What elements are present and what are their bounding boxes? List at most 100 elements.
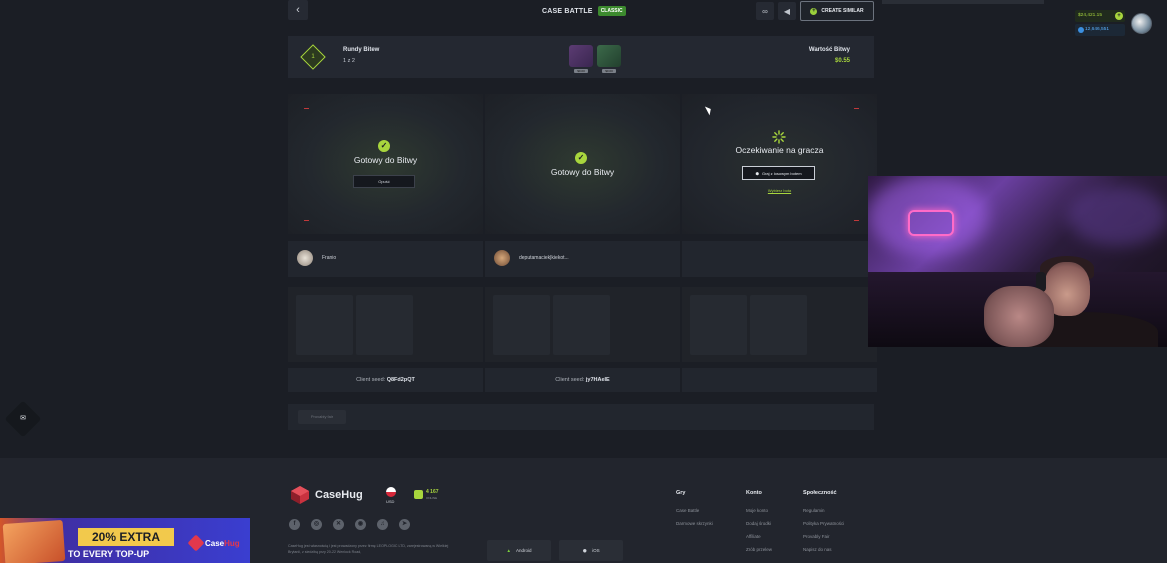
poland-flag-icon[interactable] (386, 487, 396, 497)
promo-headline: 20% EXTRA (78, 528, 174, 546)
ios-label: iOS (592, 548, 600, 553)
item-slot (493, 295, 550, 355)
currency-label: USD (386, 499, 395, 504)
chat-icon[interactable]: ✉ (16, 413, 30, 425)
footer-logo[interactable]: CaseHug (290, 485, 363, 505)
player-row: deputamaciek|kiekot... (485, 241, 680, 277)
client-seed-row (682, 368, 877, 392)
casehug-logo-icon (187, 534, 205, 552)
footer-link[interactable]: Affiliate (746, 534, 761, 539)
player-name[interactable]: Franio (322, 255, 336, 261)
battle-value-amount: $0.55 (834, 58, 850, 64)
online-count: 4 167 (426, 489, 439, 495)
usd-balance[interactable]: $24,421.15 + (1075, 10, 1125, 22)
avatar[interactable] (297, 250, 313, 266)
item-slot (750, 295, 807, 355)
brand-name: CaseHug (315, 489, 363, 501)
case-image-2[interactable] (597, 45, 621, 67)
android-app-button[interactable]: ▲ Android (487, 540, 551, 561)
speaker-icon: ◀ (783, 6, 791, 16)
footer-link[interactable]: Provably Fair (803, 534, 830, 539)
back-button[interactable]: ‹ (288, 0, 308, 20)
promo-brand-case: Case (205, 539, 225, 548)
avatar[interactable] (494, 250, 510, 266)
ready-status: Gotowy do Bitwy (353, 155, 418, 165)
battle-title: CASE BATTLE CLASSIC (542, 6, 626, 16)
coin-balance[interactable]: 12,646,551 (1075, 24, 1125, 36)
online-icon (414, 490, 423, 499)
facebook-icon[interactable]: f (289, 519, 300, 530)
battle-value-label: Wartość Bitwy (808, 47, 850, 53)
ios-app-button[interactable]: ● iOS (559, 540, 623, 561)
corner-marker (854, 220, 859, 221)
footer-link[interactable]: Zrób przelew (746, 547, 772, 552)
coin-icon (1078, 27, 1084, 33)
choose-bot-link[interactable]: Wybierz bota (682, 188, 877, 193)
check-icon: ✓ (575, 152, 587, 164)
item-slot (296, 295, 353, 355)
rounds-value: 1 z 2 (343, 58, 355, 64)
player-name[interactable]: deputamaciek|kiekot... (519, 255, 569, 261)
android-label: Android (515, 548, 532, 553)
rounds-label: Rundy Bitew (343, 47, 380, 53)
battle-info-panel: 1 Rundy Bitew 1 z 2 $0.00 $0.00 Wartość … (288, 36, 874, 78)
play-random-bot-button[interactable]: ⬢ Graj z losowym botem (742, 166, 815, 180)
footer-column-heading: Społeczność (803, 490, 837, 496)
balance-widget: $24,421.15 + 12,646,551 (1075, 10, 1125, 37)
footer-link[interactable]: Case Battle (676, 508, 699, 513)
items-panel (485, 287, 680, 362)
ready-status: Gotowy do Bitwy (550, 167, 615, 177)
client-seed-row: Client seed: Q8Fd2pQT (288, 368, 483, 392)
top-strip (882, 0, 1044, 4)
share-link-button[interactable]: ∞ (756, 2, 774, 20)
gift-box-icon (2, 519, 66, 563)
sound-button[interactable]: ◀ (778, 2, 796, 20)
casehug-logo-icon (291, 486, 309, 504)
apple-icon: ● (582, 546, 588, 555)
battle-bottom-bar: Provably fair (288, 404, 874, 430)
person-hand (984, 286, 1054, 347)
corner-marker (304, 220, 309, 221)
add-funds-icon[interactable]: + (1115, 12, 1123, 20)
corner-marker (304, 108, 309, 109)
loading-spinner-icon (772, 130, 786, 144)
telegram-icon[interactable]: ➤ (399, 519, 410, 530)
client-seed-label: Client seed: (356, 377, 386, 383)
round-number: 1 (311, 54, 315, 60)
case-image-1[interactable] (569, 45, 593, 67)
usd-balance-value: $24,421.15 (1078, 13, 1103, 18)
neon-sign-icon (908, 210, 954, 236)
leave-button[interactable]: Opuść (353, 175, 415, 188)
chevron-left-icon: ‹ (296, 4, 300, 16)
instagram-icon[interactable]: ◎ (311, 519, 322, 530)
page-title: CASE BATTLE (542, 7, 593, 15)
promo-brand: CaseHug (205, 539, 240, 548)
footer-link[interactable]: Napisz do nas (803, 547, 832, 552)
provably-fair-button[interactable]: Provably fair (298, 410, 346, 424)
footer-column-heading: Konto (746, 490, 762, 496)
user-avatar[interactable] (1131, 13, 1152, 34)
client-seed-row: Client seed: jy7HAeIE (485, 368, 680, 392)
coin-balance-value: 12,646,551 (1085, 27, 1110, 32)
promo-banner[interactable]: 20% EXTRA TO EVERY TOP-UP CaseHug (0, 518, 250, 563)
footer-link[interactable]: Regulamin (803, 508, 825, 513)
promo-subline: TO EVERY TOP-UP (68, 549, 150, 559)
x-icon[interactable]: ✕ (333, 519, 344, 530)
footer-link[interactable]: Polityka Prywatności (803, 521, 844, 526)
item-slot (553, 295, 610, 355)
discord-icon[interactable]: ◉ (355, 519, 366, 530)
arena-player-2: ✓ Gotowy do Bitwy (485, 94, 680, 234)
bot-icon: ⬢ (755, 170, 759, 176)
footer-link[interactable]: Dodaj środki (746, 521, 771, 526)
android-icon: ▲ (506, 548, 511, 553)
create-similar-button[interactable]: + CREATE SIMILAR (800, 1, 874, 21)
case-price-1: $0.00 (574, 69, 588, 73)
create-similar-label: CREATE SIMILAR (821, 8, 864, 14)
footer-link[interactable]: Moje konto (746, 508, 768, 513)
footer-link[interactable]: Darmowe skrzynki (676, 521, 713, 526)
arena-player-1: ✓ Gotowy do Bitwy Opuść (288, 94, 483, 234)
tiktok-icon[interactable]: ♫ (377, 519, 388, 530)
webcam-overlay (868, 176, 1167, 347)
client-seed-label: Client seed: (555, 377, 585, 383)
check-icon: ✓ (378, 140, 390, 152)
